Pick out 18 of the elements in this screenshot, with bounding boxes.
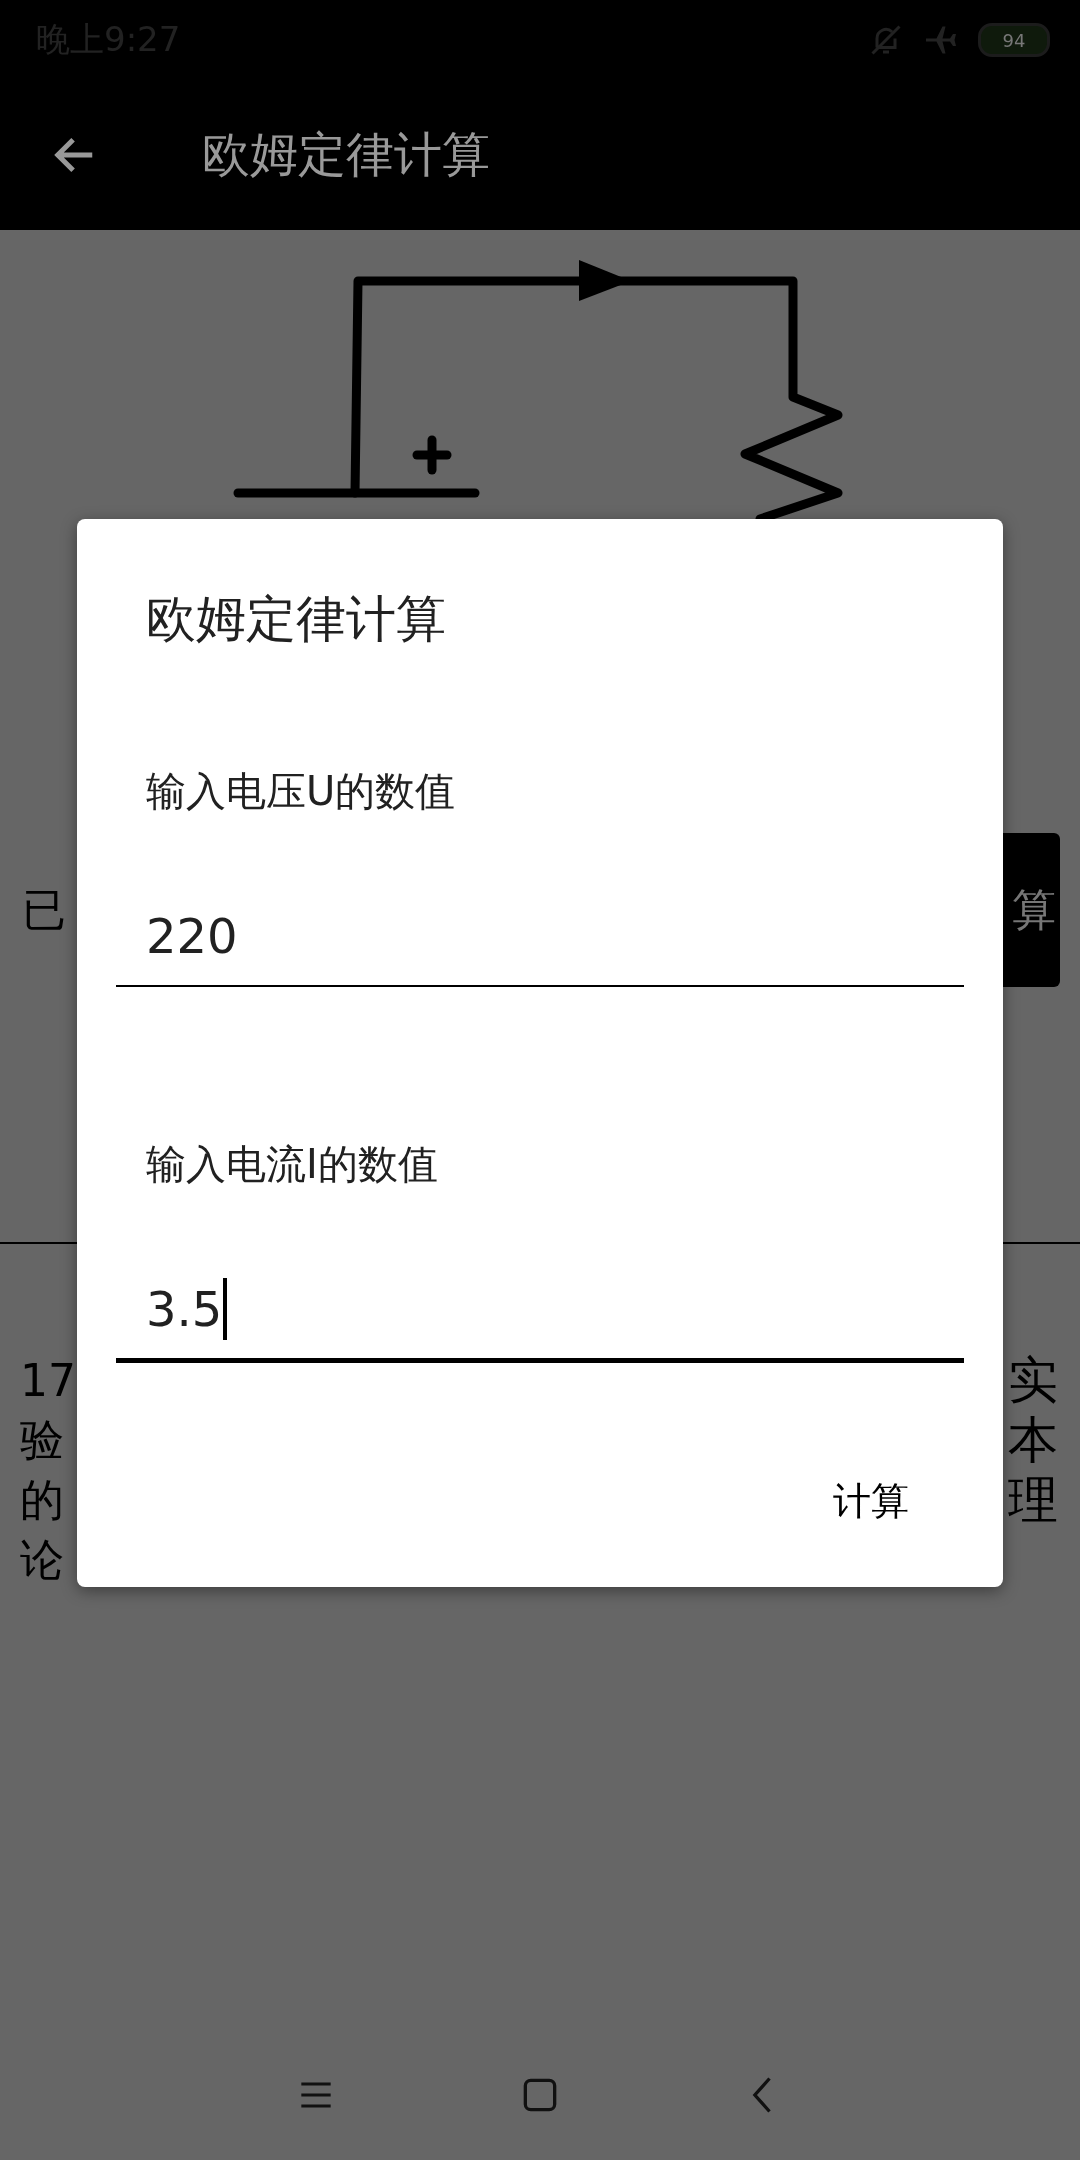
paragraph-text: 17 bbox=[20, 1354, 76, 1406]
app-bar-title: 欧姆定律计算 bbox=[202, 125, 490, 184]
paragraph-text: 论 bbox=[20, 1532, 64, 1587]
text-cursor bbox=[223, 1278, 228, 1340]
paragraph-text: 实 bbox=[1008, 1349, 1058, 1411]
paragraph-text: 的 bbox=[20, 1472, 64, 1527]
field-label: 输入电压U的数值 bbox=[146, 767, 457, 815]
paragraph-text: 本 bbox=[1008, 1409, 1058, 1471]
calculate-button[interactable]: 计算 bbox=[833, 1472, 909, 1531]
form-label: 已 bbox=[22, 882, 66, 937]
paragraph-text: 验 bbox=[20, 1412, 64, 1467]
dialog-title: 欧姆定律计算 bbox=[146, 589, 447, 649]
battery-indicator: 94 bbox=[978, 23, 1050, 57]
input-field[interactable]: 3.5 bbox=[116, 1278, 964, 1363]
field-label: 输入电流I的数值 bbox=[146, 1140, 439, 1188]
paragraph-text: 理 bbox=[1008, 1469, 1058, 1531]
input-field[interactable]: 220 bbox=[116, 905, 964, 987]
calculate-button[interactable]: 算 bbox=[1003, 833, 1060, 987]
